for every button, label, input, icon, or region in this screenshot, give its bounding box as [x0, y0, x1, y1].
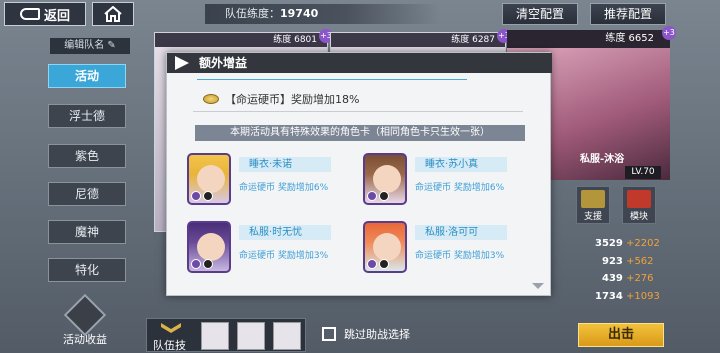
team-skill-label: 队伍技	[153, 339, 186, 352]
emblem-icon	[63, 293, 107, 337]
modal-title: 额外增益	[167, 53, 552, 73]
sidebar-item-demon[interactable]: 魔神	[48, 220, 126, 244]
home-icon	[104, 6, 122, 22]
hero-level: LV.70	[625, 166, 661, 179]
divider	[197, 79, 467, 80]
stat-base: 3529	[595, 238, 623, 249]
module-icon	[627, 190, 651, 208]
sidebar-item-nide[interactable]: 尼德	[48, 182, 126, 206]
recommend-config-button[interactable]: 推荐配置	[590, 3, 666, 25]
character-portrait	[187, 221, 231, 273]
support-label: 支援	[583, 212, 602, 222]
coin-icon	[203, 94, 219, 104]
character-portrait	[363, 153, 407, 205]
total-bonus-text: 【命运硬币】奖励增加18%	[225, 93, 360, 106]
type-badge-icon	[203, 191, 213, 201]
sidebar-item-purple[interactable]: 紫色	[48, 144, 126, 168]
total-bonus: 【命运硬币】奖励增加18%	[203, 91, 359, 107]
character-face	[197, 233, 225, 261]
character-name: 睡衣·苏小真	[415, 157, 507, 172]
character-name: 睡衣·未诺	[239, 157, 331, 172]
home-button[interactable]	[92, 2, 134, 26]
stat-row: 439 +276	[602, 273, 654, 284]
team-power-value: 19740	[280, 7, 319, 20]
character-face	[373, 165, 401, 193]
rarity-badge-icon	[367, 259, 377, 269]
character-bonus: 命运硬币 奖励增加3%	[415, 251, 505, 261]
character-name: 私服·洛可可	[415, 225, 507, 240]
module-label: 模块	[629, 212, 648, 222]
rarity-badge-icon	[191, 259, 201, 269]
skip-support-label: 跳过助战选择	[344, 328, 410, 341]
character-portrait	[363, 221, 407, 273]
card-power: 练度 6287	[331, 33, 505, 47]
bonus-character-card[interactable]: 睡衣·苏小真 命运硬币 奖励增加6%	[363, 153, 543, 209]
card-level-badge: +3	[662, 26, 676, 40]
module-button[interactable]: 模块	[622, 186, 656, 224]
edit-team-name-label: 编辑队名	[64, 40, 105, 51]
stat-base: 923	[602, 256, 623, 267]
rank-chevron-icon	[161, 323, 181, 333]
character-portrait	[187, 153, 231, 205]
type-badge-icon	[379, 259, 389, 269]
stat-base: 1734	[595, 291, 623, 302]
sidebar-item-faust[interactable]: 浮士德	[48, 104, 126, 128]
back-button[interactable]: 返回	[4, 2, 86, 26]
type-badge-icon	[203, 259, 213, 269]
rarity-badge-icon	[191, 191, 201, 201]
edit-team-name-button[interactable]: 编辑队名 ✎	[50, 38, 130, 54]
skill-slot-2[interactable]	[237, 322, 265, 350]
character-bonus: 命运硬币 奖励增加6%	[239, 183, 329, 193]
character-bonus: 命运硬币 奖励增加6%	[415, 183, 505, 193]
team-skill-panel[interactable]: 队伍技	[146, 318, 306, 352]
card-power: 练度 6652	[507, 30, 670, 48]
activity-gain-button[interactable]: 活动收益	[60, 293, 110, 350]
type-badge-icon	[379, 191, 389, 201]
clear-config-button[interactable]: 清空配置	[502, 3, 578, 25]
section-banner: 本期活动具有特殊效果的角色卡（相同角色卡只生效一张）	[195, 125, 525, 141]
back-arrow-icon	[19, 8, 40, 20]
character-name: 私服·时无忧	[239, 225, 331, 240]
support-icon	[581, 190, 605, 208]
divider	[193, 111, 523, 112]
skill-slot-3[interactable]	[273, 322, 301, 350]
bonus-character-card[interactable]: 睡衣·未诺 命运硬币 奖励增加6%	[187, 153, 367, 209]
skip-support-toggle[interactable]: 跳过助战选择	[322, 326, 410, 342]
team-power-label: 队伍练度：	[225, 7, 280, 20]
stat-base: 439	[602, 273, 623, 284]
checkbox[interactable]	[322, 327, 336, 341]
character-face	[373, 233, 401, 261]
stat-row: 3529 +2202	[595, 238, 660, 249]
card-power: 练度 6801	[155, 33, 327, 47]
stat-bonus: +1093	[626, 291, 660, 302]
back-label: 返回	[43, 8, 70, 24]
stat-bonus: +276	[626, 273, 654, 284]
rarity-badge-icon	[367, 191, 377, 201]
support-button[interactable]: 支援	[576, 186, 610, 224]
sidebar-item-activity[interactable]: 活动	[48, 64, 126, 88]
bonus-character-card[interactable]: 私服·洛可可 命运硬币 奖励增加3%	[363, 221, 543, 277]
character-bonus: 命运硬币 奖励增加3%	[239, 251, 329, 261]
team-power: 队伍练度：19740	[205, 4, 440, 24]
sidebar-item-special[interactable]: 特化	[48, 258, 126, 282]
stat-bonus: +562	[626, 256, 654, 267]
stat-row: 1734 +1093	[595, 291, 660, 302]
sortie-button[interactable]: 出击	[578, 323, 664, 347]
stat-row: 923 +562	[602, 256, 654, 267]
skill-slot-1[interactable]	[201, 322, 229, 350]
stat-bonus: +2202	[626, 238, 660, 249]
hero-name: 私服-沐浴	[580, 154, 625, 165]
character-face	[197, 165, 225, 193]
extra-bonus-modal: 额外增益 【命运硬币】奖励增加18% 本期活动具有特殊效果的角色卡（相同角色卡只…	[166, 52, 552, 296]
bonus-character-card[interactable]: 私服·时无忧 命运硬币 奖励增加3%	[187, 221, 367, 277]
scroll-down-icon[interactable]	[532, 283, 544, 289]
